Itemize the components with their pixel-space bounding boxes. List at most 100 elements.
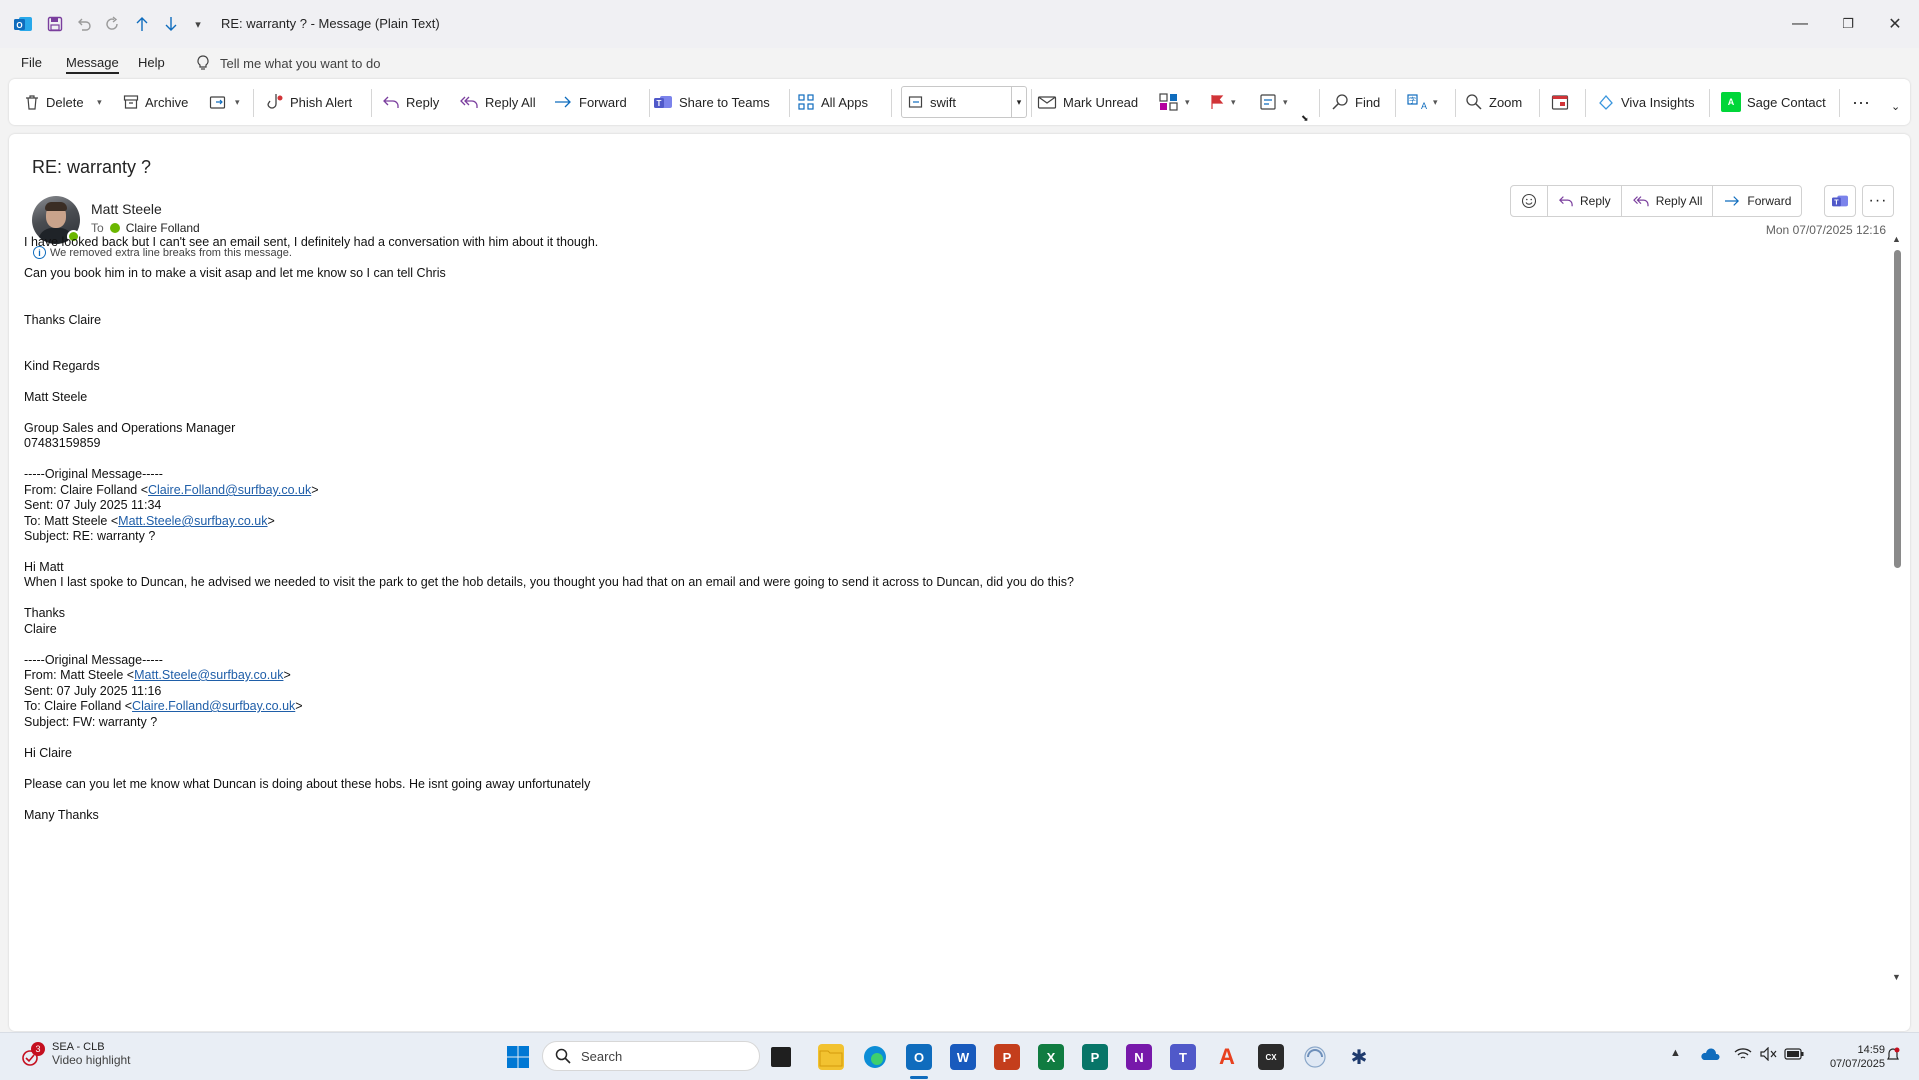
calendar-button[interactable]: [1551, 91, 1569, 113]
envelope-icon: [1037, 96, 1057, 109]
message-subject: RE: warranty ?: [32, 157, 152, 177]
mark-unread-button[interactable]: Mark Unread: [1037, 91, 1138, 113]
acrobat-icon[interactable]: A: [1214, 1044, 1240, 1070]
zoom-button[interactable]: Zoom: [1465, 91, 1522, 113]
react-button[interactable]: [1511, 186, 1548, 216]
word-icon[interactable]: W: [950, 1044, 976, 1070]
wifi-icon[interactable]: [1734, 1047, 1752, 1064]
divider: [1455, 89, 1456, 117]
powerpoint-icon[interactable]: P: [994, 1044, 1020, 1070]
pane-reply-all-button[interactable]: Reply All: [1622, 186, 1714, 216]
start-icon[interactable]: [505, 1044, 531, 1070]
archive-button[interactable]: Archive: [123, 91, 188, 113]
task-view-icon[interactable]: [771, 1047, 791, 1067]
save-icon[interactable]: [44, 13, 66, 35]
system-clock[interactable]: 14:59 07/07/2025: [1830, 1043, 1885, 1071]
body-line: Sent: 07 July 2025 11:34: [24, 498, 162, 512]
reply-all-button[interactable]: Reply All: [459, 91, 536, 113]
viva-insights-button[interactable]: Viva Insights: [1597, 91, 1694, 113]
chevron-down-icon[interactable]: ▾: [235, 97, 240, 108]
next-item-icon[interactable]: [160, 13, 182, 35]
more-options-icon[interactable]: ···: [1852, 91, 1870, 113]
tab-message[interactable]: Message: [66, 55, 119, 74]
cmd-app-icon[interactable]: CX: [1258, 1044, 1284, 1070]
redo-icon[interactable]: [102, 13, 124, 35]
delete-button[interactable]: Delete ▾: [24, 91, 102, 113]
recipient-name[interactable]: Claire Folland: [126, 221, 200, 235]
previous-item-icon[interactable]: [131, 13, 153, 35]
teams-chat-button[interactable]: T: [1824, 185, 1856, 217]
chevron-down-icon[interactable]: ▾: [1433, 97, 1438, 108]
email-link[interactable]: Claire.Folland@surfbay.co.uk: [148, 483, 311, 497]
undo-icon[interactable]: [73, 13, 95, 35]
teams-icon: T: [654, 96, 672, 108]
edge-icon[interactable]: [862, 1044, 888, 1070]
customize-qat-icon[interactable]: ▾: [190, 13, 206, 35]
share-to-teams-button[interactable]: T Share to Teams: [653, 91, 770, 113]
file-explorer-icon[interactable]: [818, 1044, 844, 1070]
volume-muted-icon[interactable]: [1760, 1046, 1778, 1064]
reply-all-icon: [1632, 196, 1649, 207]
pane-forward-button[interactable]: Forward: [1713, 186, 1801, 216]
teams-taskbar-icon[interactable]: T: [1170, 1044, 1196, 1070]
email-link[interactable]: Matt.Steele@surfbay.co.uk: [118, 514, 267, 528]
body-line: Kind Regards: [24, 359, 100, 373]
onenote-icon[interactable]: N: [1126, 1044, 1152, 1070]
excel-icon[interactable]: X: [1038, 1044, 1064, 1070]
forward-button[interactable]: Forward: [553, 91, 627, 113]
reply-label: Reply: [406, 94, 440, 110]
chevron-down-icon[interactable]: ▾: [90, 97, 102, 108]
find-button[interactable]: Find: [1331, 91, 1380, 113]
fish-hook-icon: [267, 94, 283, 109]
all-apps-button[interactable]: All Apps: [797, 91, 868, 113]
restore-button[interactable]: ❐: [1833, 10, 1863, 38]
sage-contact-button[interactable]: A Sage Contact: [1721, 91, 1826, 113]
translate-button[interactable]: A字 ▾: [1407, 91, 1438, 113]
policy-button[interactable]: ▾: [1259, 91, 1288, 113]
scroll-up-icon[interactable]: ▲: [1892, 234, 1901, 244]
chevron-down-icon[interactable]: ▾: [1231, 97, 1236, 108]
recipients-row: To Claire Folland: [91, 221, 200, 235]
dialog-launcher-icon[interactable]: ⬊: [1301, 107, 1309, 129]
taskbar-search[interactable]: Search: [542, 1041, 760, 1071]
move-button[interactable]: ▾: [209, 91, 240, 113]
outlook-taskbar-icon[interactable]: O: [906, 1044, 932, 1070]
weather-widget[interactable]: 3 SEA - CLB Video highlight: [20, 1041, 131, 1069]
chevron-down-icon[interactable]: ▾: [1011, 87, 1026, 117]
search-icon: [1332, 94, 1348, 110]
phish-alert-button[interactable]: Phish Alert: [266, 91, 352, 113]
publisher-icon[interactable]: P: [1082, 1044, 1108, 1070]
tab-file[interactable]: File: [21, 55, 42, 70]
onedrive-icon[interactable]: [1700, 1047, 1720, 1064]
more-actions-icon[interactable]: ···: [1862, 185, 1894, 217]
categorize-button[interactable]: ▾: [1159, 91, 1190, 113]
tab-help[interactable]: Help: [138, 55, 165, 70]
reply-button[interactable]: Reply: [382, 91, 439, 113]
sender-name[interactable]: Matt Steele: [91, 201, 162, 217]
scrollbar[interactable]: ▲ ▼: [1892, 234, 1902, 982]
quick-steps-box[interactable]: swift ▾: [901, 86, 1027, 118]
trash-icon: [26, 95, 38, 110]
teams-icon: T: [1832, 195, 1848, 207]
policy-icon: [1260, 94, 1276, 110]
notifications-icon[interactable]: [1886, 1047, 1900, 1066]
show-hidden-icons-icon[interactable]: ▲: [1670, 1047, 1681, 1059]
follow-up-button[interactable]: ▾: [1209, 91, 1236, 113]
news-icon: 3: [20, 1042, 45, 1069]
minimize-button[interactable]: —: [1785, 10, 1815, 38]
battery-icon[interactable]: [1784, 1047, 1804, 1064]
chevron-down-icon[interactable]: ▾: [1283, 97, 1288, 108]
close-button[interactable]: ✕: [1880, 10, 1910, 38]
pane-reply-button[interactable]: Reply: [1548, 186, 1622, 216]
email-link[interactable]: Claire.Folland@surfbay.co.uk: [132, 699, 295, 713]
tell-me-search[interactable]: Tell me what you want to do: [196, 55, 380, 71]
collapse-ribbon-icon[interactable]: ⌄: [1891, 95, 1900, 117]
translate-icon: A字: [1407, 94, 1427, 111]
scroll-down-icon[interactable]: ▼: [1892, 972, 1901, 982]
chrome-like-icon[interactable]: [1302, 1044, 1328, 1070]
email-link[interactable]: Matt.Steele@surfbay.co.uk: [134, 668, 283, 682]
app-figure-icon[interactable]: ✱: [1346, 1044, 1372, 1070]
scrollbar-thumb[interactable]: [1894, 250, 1901, 568]
sage-contact-label: Sage Contact: [1747, 94, 1826, 110]
chevron-down-icon[interactable]: ▾: [1185, 97, 1190, 108]
